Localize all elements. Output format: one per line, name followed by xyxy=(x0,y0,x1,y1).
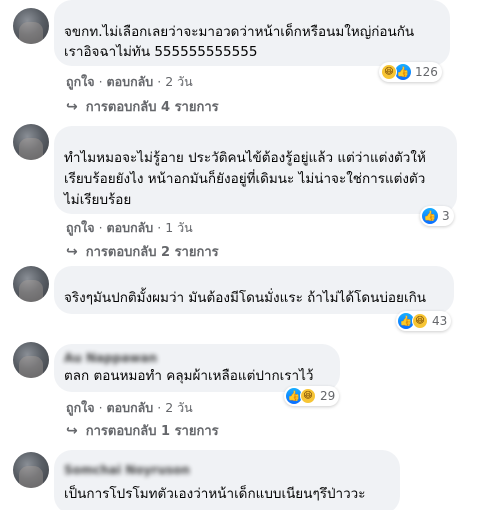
comment-text: จขกท.ไม่เลือกเลยว่าจะมาอวดว่าหน้าเด็กหรื… xyxy=(64,24,415,60)
comment-actions: ถูกใจ · ตอบกลับ · 1 วัน xyxy=(66,220,193,235)
replies-label[interactable]: การตอบกลับ 4 รายการ xyxy=(86,96,219,117)
like-link[interactable]: ถูกใจ xyxy=(66,400,95,415)
comment-actions: ถูกใจ · ตอบกลับ · 2 วัน xyxy=(66,74,193,89)
comment-time[interactable]: 1 วัน xyxy=(165,220,193,235)
reply-link[interactable]: ตอบกลับ xyxy=(107,74,154,89)
comment-time[interactable]: 2 วัน xyxy=(165,400,193,415)
reply-arrow-icon: ↪ xyxy=(66,243,78,260)
comment-text: เป็นการโปรโมทตัวเองว่าหน้าเด็กแบบเนียนๆร… xyxy=(64,486,366,502)
reaction-count: 43 xyxy=(432,314,448,328)
comment-author[interactable]: Au Nappawan xyxy=(64,352,328,364)
comment-bubble: Somchai Noyruson เป็นการโปรโมทตัวเองว่าห… xyxy=(54,450,400,510)
avatar[interactable] xyxy=(13,342,49,378)
like-reaction-icon: 👍 xyxy=(422,208,438,224)
view-replies[interactable]: ↪ การตอบกลับ 2 รายการ xyxy=(66,241,219,262)
like-link[interactable]: ถูกใจ xyxy=(66,74,95,89)
comment-bubble: ทำไมหมอจะไม่รู้อาย ประวัติคนไข้ต้องรู้อย… xyxy=(54,126,457,214)
avatar[interactable] xyxy=(13,452,49,488)
comment-author[interactable]: Somchai Noyruson xyxy=(64,464,388,476)
comment-author[interactable] xyxy=(64,134,445,146)
reaction-count: 29 xyxy=(320,389,336,403)
comment-bubble: Au Nappawan ตลก ตอนหมอทำ คลุมผ้าเหลือแต่… xyxy=(54,344,340,392)
replies-label[interactable]: การตอบกลับ 1 รายการ xyxy=(86,420,219,441)
haha-reaction-icon: 😆 xyxy=(300,388,316,404)
reaction-summary[interactable]: 👍 😆 29 xyxy=(284,386,340,406)
reply-link[interactable]: ตอบกลับ xyxy=(107,220,154,235)
comment-actions: ถูกใจ · ตอบกลับ · 2 วัน xyxy=(66,400,193,415)
avatar[interactable] xyxy=(13,266,49,302)
haha-reaction-icon: 😆 xyxy=(412,313,428,329)
reaction-summary[interactable]: 👍 3 xyxy=(420,206,454,226)
reply-arrow-icon: ↪ xyxy=(66,422,78,439)
comment-bubble: จริงๆมันปกติมั้งผมว่า มันต้องมีโดนมั่งแร… xyxy=(54,266,454,314)
comment-time[interactable]: 2 วัน xyxy=(165,74,193,89)
comment-text: จริงๆมันปกติมั้งผมว่า มันต้องมีโดนมั่งแร… xyxy=(64,290,426,306)
reply-link[interactable]: ตอบกลับ xyxy=(107,400,154,415)
view-replies[interactable]: ↪ การตอบกลับ 1 รายการ xyxy=(66,420,219,441)
reaction-summary[interactable]: 👍 😆 43 xyxy=(396,311,452,331)
comment-bubble: จขกท.ไม่เลือกเลยว่าจะมาอวดว่าหน้าเด็กหรื… xyxy=(54,0,450,66)
replies-label[interactable]: การตอบกลับ 2 รายการ xyxy=(86,241,219,262)
comment-text: ทำไมหมอจะไม่รู้อาย ประวัติคนไข้ต้องรู้อย… xyxy=(64,150,426,208)
like-link[interactable]: ถูกใจ xyxy=(66,220,95,235)
reaction-count: 3 xyxy=(442,209,450,223)
like-reaction-icon: 👍 xyxy=(395,64,411,80)
reaction-summary[interactable]: 😆 👍 126 xyxy=(379,62,442,82)
reply-arrow-icon: ↪ xyxy=(66,98,78,115)
avatar[interactable] xyxy=(13,8,49,44)
comment-author[interactable] xyxy=(64,274,442,286)
comment-author[interactable] xyxy=(64,8,438,20)
view-replies[interactable]: ↪ การตอบกลับ 4 รายการ xyxy=(66,96,219,117)
reaction-count: 126 xyxy=(415,65,438,79)
haha-reaction-icon: 😆 xyxy=(381,64,397,80)
comment-text: ตลก ตอนหมอทำ คลุมผ้าเหลือแต่ปากเราไว้ xyxy=(64,368,314,384)
avatar[interactable] xyxy=(13,124,49,160)
